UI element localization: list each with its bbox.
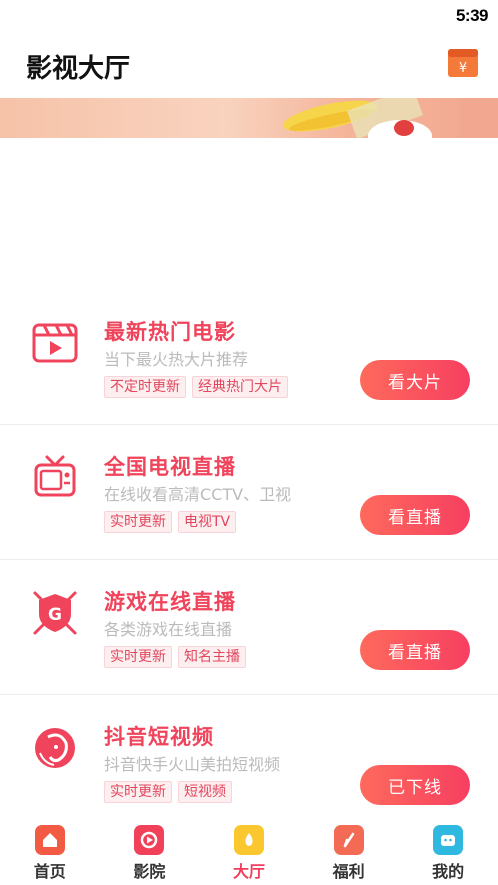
cinema-icon — [134, 825, 165, 855]
watch-movies-button[interactable]: 看大片 — [360, 360, 470, 400]
item-title: 游戏在线直播 — [104, 590, 236, 614]
list-item: G 游戏在线直播 各类游戏在线直播 实时更新 知名主播 看直播 — [0, 560, 498, 695]
tab-label: 大厅 — [232, 862, 265, 881]
tag: 经典热门大片 — [192, 376, 288, 398]
item-title: 抖音短视频 — [104, 725, 214, 749]
tab-label: 福利 — [332, 862, 365, 881]
home-icon — [34, 825, 65, 855]
item-subtitle: 当下最火热大片推荐 — [104, 350, 249, 369]
gift-icon — [333, 825, 364, 855]
tag-group: 不定时更新 经典热门大片 — [104, 376, 288, 398]
game-shield-icon: G — [30, 588, 80, 638]
watch-game-live-button[interactable]: 看直播 — [360, 630, 470, 670]
tag: 知名主播 — [178, 646, 246, 668]
tag: 短视频 — [178, 781, 232, 803]
tag: 实时更新 — [104, 781, 172, 803]
tag: 实时更新 — [104, 646, 172, 668]
tv-icon — [30, 453, 80, 503]
tag: 不定时更新 — [104, 376, 186, 398]
bottom-tab-bar: 首页 影院 大厅 福利 我的 — [0, 823, 498, 885]
feature-list: 最新热门电影 当下最火热大片推荐 不定时更新 经典热门大片 看大片 全国电视直播… — [0, 290, 498, 830]
tab-welfare[interactable]: 福利 — [299, 823, 399, 885]
header: 影视大厅 ¥ — [0, 32, 498, 98]
tag-group: 实时更新 知名主播 — [104, 646, 246, 668]
tab-hall[interactable]: 大厅 — [199, 823, 299, 885]
list-item: 最新热门电影 当下最火热大片推荐 不定时更新 经典热门大片 看大片 — [0, 290, 498, 425]
film-icon — [30, 318, 80, 368]
tag-group: 实时更新 短视频 — [104, 781, 232, 803]
tag: 电视TV — [178, 511, 237, 533]
list-item: 抖音短视频 抖音快手火山美拍短视频 实时更新 短视频 已下线 — [0, 695, 498, 830]
list-item: 全国电视直播 在线收看高清CCTV、卫视 实时更新 电视TV 看直播 — [0, 425, 498, 560]
tag: 实时更新 — [104, 511, 172, 533]
profile-icon — [433, 825, 464, 855]
tab-label: 影院 — [133, 862, 166, 881]
tab-label: 首页 — [33, 862, 66, 881]
tab-cinema[interactable]: 影院 — [100, 823, 200, 885]
item-subtitle: 各类游戏在线直播 — [104, 620, 233, 639]
tag-group: 实时更新 电视TV — [104, 511, 237, 533]
item-title: 最新热门电影 — [104, 320, 236, 344]
item-subtitle: 在线收看高清CCTV、卫视 — [104, 485, 292, 504]
face-icon — [30, 723, 80, 773]
item-title: 全国电视直播 — [104, 455, 236, 479]
status-time: 5:39 — [455, 6, 489, 25]
wallet-icon[interactable]: ¥ — [446, 46, 480, 80]
status-bar: 5:39 — [0, 0, 498, 32]
hall-icon — [233, 825, 264, 855]
watch-live-tv-button[interactable]: 看直播 — [360, 495, 470, 535]
item-subtitle: 抖音快手火山美拍短视频 — [104, 755, 281, 774]
page-title: 影视大厅 — [26, 54, 131, 84]
tab-profile[interactable]: 我的 — [398, 823, 498, 885]
banner[interactable] — [0, 98, 498, 138]
tab-label: 我的 — [432, 862, 465, 881]
offline-button[interactable]: 已下线 — [360, 765, 470, 805]
svg-text:G: G — [48, 605, 62, 625]
tab-home[interactable]: 首页 — [0, 823, 100, 885]
svg-text:¥: ¥ — [459, 61, 467, 76]
